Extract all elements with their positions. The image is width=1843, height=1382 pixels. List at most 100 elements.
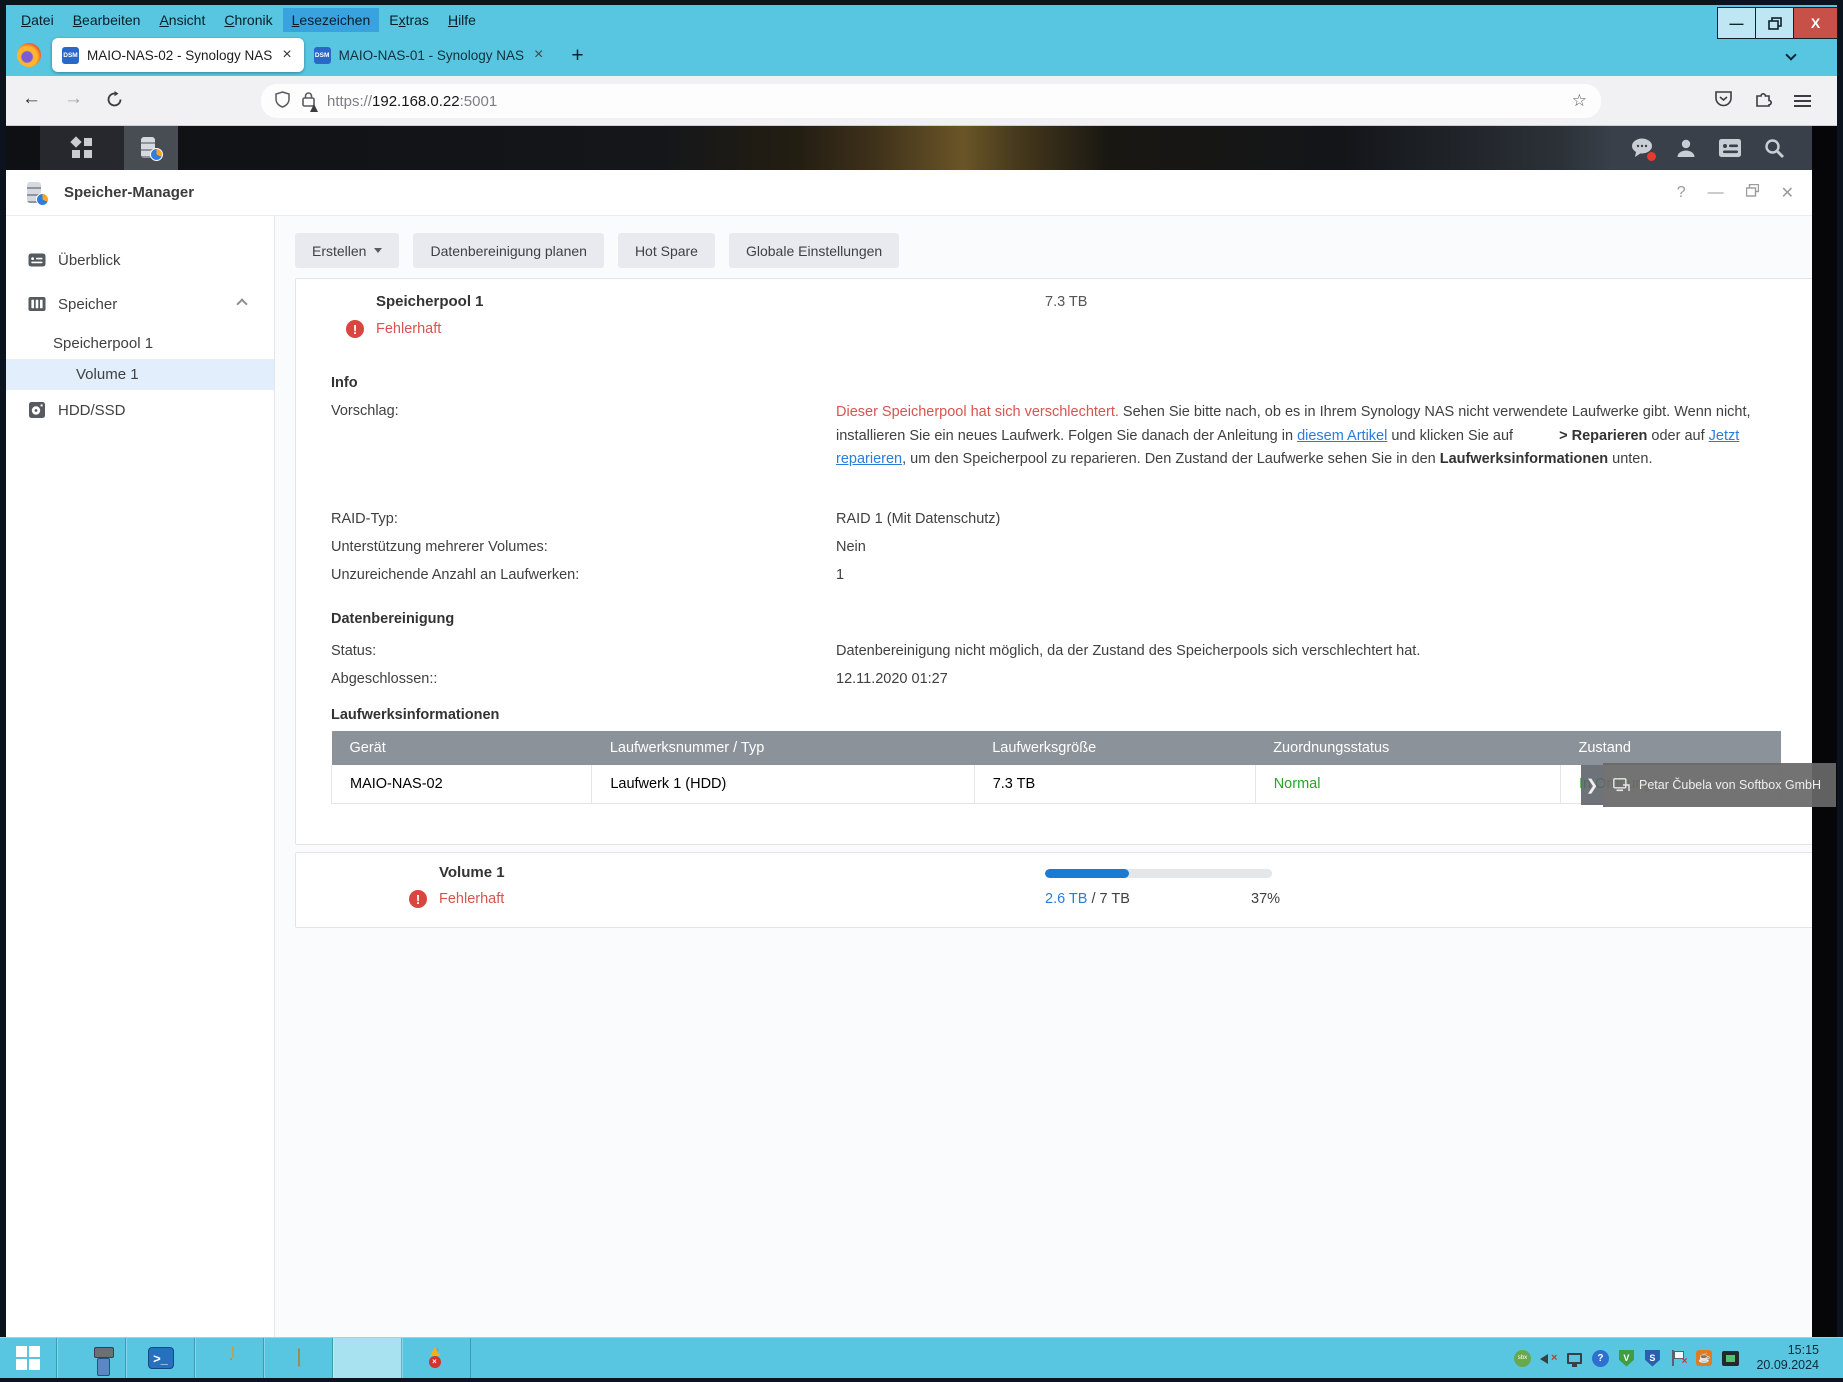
tray-remote-display-icon[interactable] (1720, 1348, 1740, 1369)
window-title-bar[interactable]: Speicher-Manager ? — ✕ (6, 170, 1812, 216)
list-all-tabs-icon[interactable] (1787, 46, 1795, 64)
pool-size: 7.3 TB (1045, 294, 1087, 310)
row-value: 1 (836, 567, 844, 583)
pocket-icon[interactable] (1714, 89, 1733, 113)
tray-network-icon[interactable] (1564, 1348, 1584, 1369)
volume-card: Volume 1 ! Fehlerhaft 2.6 TB / 7 TB 37% (295, 852, 1817, 928)
row-label: Status: (331, 643, 836, 659)
help-icon[interactable]: ? (1677, 184, 1686, 202)
taskbar-app-powershell[interactable]: >_ (126, 1338, 195, 1378)
tab-close-icon[interactable]: × (280, 47, 293, 63)
close-button[interactable]: X (1793, 7, 1838, 39)
maximize-button[interactable] (1755, 7, 1794, 39)
suggestion-segment: und klicken Sie auf (1387, 428, 1517, 444)
scrub-section-header: Datenbereinigung (331, 611, 454, 627)
forward-icon[interactable]: → (64, 88, 83, 110)
tray-sbx-icon[interactable]: sbx (1512, 1348, 1532, 1369)
menubar-items: DateiBearbeitenAnsichtChronikLesezeichen… (12, 8, 486, 32)
pool-status: Fehlerhaft (376, 321, 441, 337)
tray-veeam-shield-icon[interactable]: V (1616, 1348, 1636, 1369)
column-header[interactable]: Zustand (1561, 731, 1781, 765)
row-label: RAID-Typ: (331, 511, 836, 527)
taskbar-clock[interactable]: 15:15 20.09.2024 (1756, 1343, 1819, 1373)
menu-item-extras[interactable]: Extras (380, 8, 438, 32)
erstellen-button[interactable]: Erstellen (295, 233, 399, 268)
menu-item-ansicht[interactable]: Ansicht (150, 8, 214, 32)
close-icon[interactable]: ✕ (1781, 183, 1794, 203)
caret-down-icon (374, 248, 382, 253)
datenbereinigung-planen-button[interactable]: Datenbereinigung planen (413, 233, 603, 268)
column-header[interactable]: Laufwerksnummer / Typ (592, 731, 974, 765)
url-host: 192.168.0.22 (372, 93, 460, 110)
reload-icon[interactable] (106, 91, 123, 114)
browser-tab[interactable]: DSMMAIO-NAS-01 - Synology NAS× (304, 38, 556, 72)
minimize-button[interactable]: — (1717, 7, 1756, 39)
table-row[interactable]: MAIO-NAS-02Laufwerk 1 (HDD)7.3 TBNormalI… (332, 765, 1781, 803)
search-icon[interactable] (1752, 126, 1796, 170)
back-icon[interactable]: ← (22, 88, 41, 110)
new-tab-button[interactable]: + (571, 45, 583, 66)
sidebar-item-speicherpool-1[interactable]: Speicherpool 1 (6, 328, 274, 359)
screen-edge (0, 1378, 1843, 1382)
drive-table: GerätLaufwerksnummer / TypLaufwerksgröße… (331, 731, 1781, 804)
column-header[interactable]: Laufwerksgröße (974, 731, 1255, 765)
taskbar-app-file-explorer[interactable] (195, 1338, 264, 1378)
minimize-icon[interactable]: — (1708, 184, 1724, 202)
taskbar-app-notebook-error[interactable]: × (402, 1338, 471, 1378)
chevron-up-icon[interactable] (236, 298, 247, 309)
tray-s-shield-icon[interactable]: S (1642, 1348, 1662, 1369)
menu-item-lesezeichen[interactable]: Lesezeichen (283, 8, 380, 32)
taskbar-apps: >_ × (0, 1338, 471, 1378)
tray-flag-error-icon[interactable]: × (1668, 1348, 1688, 1369)
hamburger-menu-icon[interactable] (1794, 92, 1811, 110)
window-title: Speicher-Manager (64, 184, 194, 201)
info-section-header: Info (331, 375, 358, 391)
browser-tab[interactable]: DSMMAIO-NAS-02 - Synology NAS× (52, 38, 304, 72)
taskbar-app-firefox[interactable] (333, 1338, 402, 1378)
hot-spare-button[interactable]: Hot Spare (618, 233, 715, 268)
url-field[interactable]: https://192.168.0.22:5001 ☆ (261, 84, 1601, 118)
info-rows: RAID-Typ:RAID 1 (Mit Datenschutz)Unterst… (331, 505, 1786, 589)
tray-volume-muted-icon[interactable]: × (1538, 1348, 1558, 1369)
volume-used[interactable]: 2.6 TB (1045, 891, 1087, 907)
column-header[interactable]: Zuordnungsstatus (1255, 731, 1560, 765)
menu-item-bearbeiten[interactable]: Bearbeiten (64, 8, 150, 32)
taskbar-app-server-manager[interactable] (57, 1338, 126, 1378)
restore-icon[interactable] (1746, 184, 1759, 202)
main-menu-button[interactable] (40, 126, 124, 170)
lock-warning-icon[interactable] (302, 91, 315, 111)
user-account-button[interactable] (1664, 126, 1708, 170)
scanner-icon (298, 1349, 300, 1367)
row-value: Datenbereinigung nicht möglich, da der Z… (836, 643, 1420, 659)
sidebar-item-hdd-ssd[interactable]: HDD/SSD (6, 390, 274, 430)
extensions-puzzle-icon[interactable] (1754, 89, 1773, 113)
clock-date: 20.09.2024 (1756, 1358, 1819, 1373)
notifications-button[interactable] (1620, 126, 1664, 170)
widgets-button[interactable] (1708, 126, 1752, 170)
browser-window-controls: — X (1718, 7, 1838, 39)
info-row: RAID-Typ:RAID 1 (Mit Datenschutz) (331, 505, 1786, 533)
storage-manager-task-button[interactable] (124, 126, 178, 170)
url-scheme: https:// (327, 93, 372, 110)
notification-badge (1647, 152, 1656, 161)
menu-item-chronik[interactable]: Chronik (215, 8, 281, 32)
menu-item-hilfe[interactable]: Hilfe (439, 8, 485, 32)
sidebar-item-speicher[interactable]: Speicher (6, 284, 274, 324)
tray-help-icon[interactable]: ? (1590, 1348, 1610, 1369)
shield-icon[interactable] (275, 91, 290, 112)
column-header[interactable]: Gerät (332, 731, 592, 765)
tray-java-icon[interactable]: ☕ (1694, 1348, 1714, 1369)
sidebar-item-volume-1[interactable]: Volume 1 (6, 359, 274, 390)
overlay-collapse-icon[interactable]: ❯ (1581, 765, 1603, 805)
tab-close-icon[interactable]: × (532, 47, 545, 63)
taskbar-app-scanner[interactable] (264, 1338, 333, 1378)
globale-einstellungen-button[interactable]: Globale Einstellungen (729, 233, 899, 268)
menu-item-datei[interactable]: Datei (12, 8, 63, 32)
bookmark-star-icon[interactable]: ☆ (1572, 91, 1587, 111)
start-button[interactable] (0, 1338, 57, 1378)
inline-link[interactable]: diesem Artikel (1297, 428, 1387, 444)
powershell-icon: >_ (148, 1347, 174, 1369)
sidebar-item-ueberblick[interactable]: Überblick (6, 240, 274, 280)
firefox-logo-icon[interactable] (17, 43, 41, 67)
info-row: Status:Datenbereinigung nicht möglich, d… (331, 637, 1786, 665)
